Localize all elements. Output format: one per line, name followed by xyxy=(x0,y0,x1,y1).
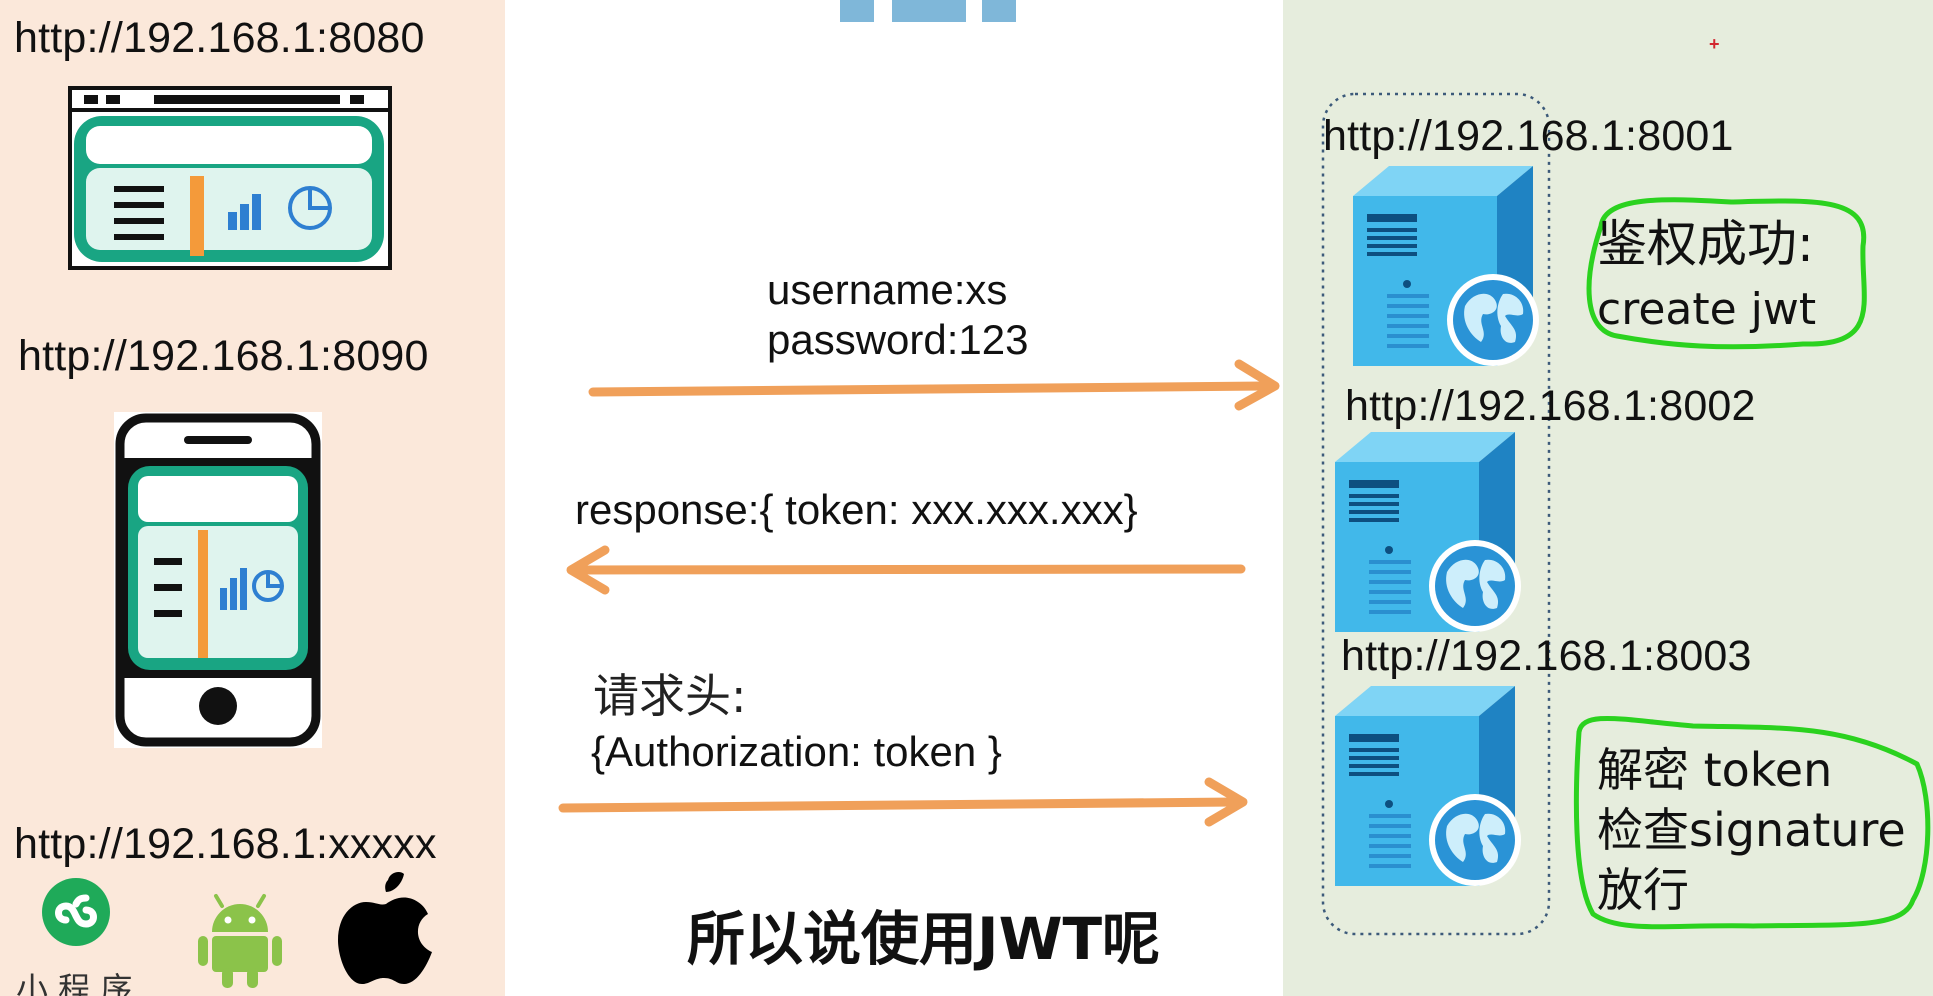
wechat-mini-program-icon xyxy=(42,878,110,946)
note-auth-line-2: create jwt xyxy=(1597,284,1817,335)
arrow-request-right xyxy=(588,359,1280,411)
flow-panel: username:xs password:123 response:{ toke… xyxy=(505,0,1283,996)
client-url-web: http://192.168.1:8080 xyxy=(14,14,425,62)
client-url-other: http://192.168.1:xxxxx xyxy=(14,820,437,868)
note-auth-line-1: 鉴权成功: xyxy=(1597,215,1814,273)
apple-icon xyxy=(338,872,432,984)
arrow-authorized-request-right xyxy=(558,777,1248,827)
phone-icon xyxy=(114,412,322,748)
servers-panel: + http://192.168.1:8001 http://192.168.1… xyxy=(1283,0,1933,996)
browser-window-icon xyxy=(68,86,392,270)
arrow-response-left xyxy=(566,545,1246,595)
note-verify-line-2: 检查signature xyxy=(1597,803,1906,857)
android-icon xyxy=(198,894,282,988)
note-verify-line-3: 放行 xyxy=(1597,863,1689,917)
mini-program-label: 小 程 序 xyxy=(16,970,133,996)
clients-panel: http://192.168.1:8080 http://192.168.1:8… xyxy=(0,0,505,996)
flow-arrows xyxy=(558,359,1280,827)
note-verify-line-1: 解密 token xyxy=(1597,743,1833,797)
client-url-mobile: http://192.168.1:8090 xyxy=(18,332,429,380)
